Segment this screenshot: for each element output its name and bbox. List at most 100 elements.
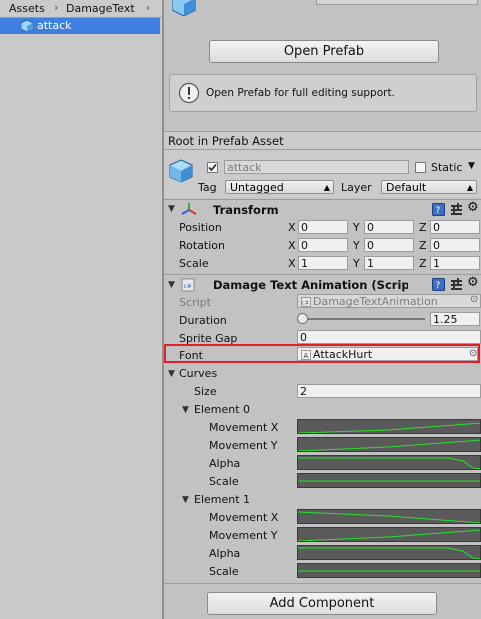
- curve-field-label: Scale: [209, 475, 239, 488]
- curve-field-label: Movement X: [209, 511, 279, 524]
- prefab-icon: [21, 20, 33, 32]
- svg-text:c#: c#: [184, 283, 192, 290]
- scale-x-field[interactable]: 1: [298, 256, 348, 270]
- curve-field-label: Movement Y: [209, 529, 278, 542]
- axis-x-label[interactable]: X: [288, 239, 296, 252]
- rotation-x-field[interactable]: 0: [298, 238, 348, 252]
- checkmark-icon: [208, 163, 217, 172]
- curve-alpha[interactable]: [297, 545, 481, 560]
- axis-z-label[interactable]: Z: [419, 239, 427, 252]
- layer-value: Default: [386, 181, 427, 194]
- foldout-arrow-icon[interactable]: ▼: [182, 495, 189, 505]
- scale-y-field[interactable]: 1: [364, 256, 414, 270]
- curve-movement-y[interactable]: [297, 527, 481, 542]
- breadcrumb-assets[interactable]: Assets: [9, 2, 45, 15]
- curve-field-label: Alpha: [209, 547, 241, 560]
- add-component-button[interactable]: Add Component: [207, 592, 437, 615]
- curve-scale[interactable]: [297, 563, 481, 578]
- axis-y-label[interactable]: Y: [353, 257, 360, 270]
- font-field[interactable]: A AttackHurt: [297, 347, 478, 361]
- position-x-field[interactable]: 0: [298, 220, 348, 234]
- foldout-arrow-icon[interactable]: ▼: [182, 405, 189, 415]
- axis-x-label[interactable]: X: [288, 221, 296, 234]
- scale-z-field[interactable]: 1: [430, 256, 480, 270]
- help-text: Open Prefab for full editing support.: [206, 87, 395, 99]
- font-asset-icon: A: [301, 350, 311, 360]
- dropdown-arrow-icon: ▲︎: [323, 183, 330, 192]
- static-dropdown-arrow-icon[interactable]: ▼: [468, 161, 475, 171]
- axis-z-label[interactable]: Z: [419, 221, 427, 234]
- font-value: AttackHurt: [313, 348, 373, 361]
- project-panel: Assets › DamageText › attack: [0, 0, 162, 619]
- help-book-icon[interactable]: ?: [432, 203, 445, 216]
- size-field[interactable]: 2: [297, 384, 481, 398]
- duration-slider-track[interactable]: [301, 318, 425, 320]
- active-checkbox[interactable]: [207, 162, 218, 173]
- object-picker-icon[interactable]: ⊙: [469, 348, 477, 359]
- axis-z-label[interactable]: Z: [419, 257, 427, 270]
- position-z-field[interactable]: 0: [430, 220, 480, 234]
- curve-field-label: Movement X: [209, 421, 279, 434]
- duration-slider-thumb[interactable]: [297, 313, 308, 324]
- chevron-right-icon: ›: [54, 1, 59, 14]
- curve-movement-x[interactable]: [297, 509, 481, 524]
- axis-x-label[interactable]: X: [288, 257, 296, 270]
- curve-movement-x[interactable]: [297, 419, 481, 434]
- breadcrumb: Assets › DamageText ›: [0, 0, 162, 18]
- list-item-attack[interactable]: attack: [0, 18, 160, 34]
- duration-label: Duration: [179, 314, 227, 327]
- curve-alpha[interactable]: [297, 455, 481, 470]
- sprite-gap-field[interactable]: 0: [297, 330, 481, 344]
- preset-icon[interactable]: [450, 278, 463, 291]
- rotation-z-field[interactable]: 0: [430, 238, 480, 252]
- foldout-arrow-icon[interactable]: ▼: [168, 204, 175, 214]
- object-name-field[interactable]: attack: [224, 160, 409, 174]
- breadcrumb-damagetext[interactable]: DamageText: [66, 2, 135, 15]
- foldout-arrow-icon[interactable]: ▼: [168, 280, 175, 290]
- prefab-icon: [172, 0, 196, 16]
- font-label: Font: [179, 349, 203, 362]
- divider: [164, 583, 481, 584]
- position-y-field[interactable]: 0: [364, 220, 414, 234]
- help-box: Open Prefab for full editing support.: [169, 74, 477, 112]
- chevron-right-icon: ›: [146, 1, 151, 14]
- preset-icon[interactable]: [450, 203, 463, 216]
- help-book-icon[interactable]: ?: [432, 278, 445, 291]
- script-label: Script: [179, 296, 211, 309]
- static-checkbox[interactable]: [415, 162, 426, 173]
- curve-scale[interactable]: [297, 473, 481, 488]
- tag-value: Untagged: [230, 181, 284, 194]
- tag-label: Tag: [198, 181, 217, 194]
- scale-label: Scale: [179, 257, 209, 270]
- transform-icon: [181, 203, 197, 215]
- curve-movement-y[interactable]: [297, 437, 481, 452]
- curve-field-label: Movement Y: [209, 439, 278, 452]
- divider: [164, 274, 481, 275]
- script-icon: c#: [301, 297, 311, 307]
- rotation-label: Rotation: [179, 239, 226, 252]
- header-remnant: [316, 0, 478, 5]
- static-label: Static: [431, 161, 463, 174]
- element-1-label: Element 1: [194, 493, 251, 506]
- open-prefab-button[interactable]: Open Prefab: [209, 40, 439, 63]
- rotation-y-field[interactable]: 0: [364, 238, 414, 252]
- curve-field-label: Scale: [209, 565, 239, 578]
- duration-field[interactable]: 1.25: [430, 312, 480, 326]
- script-icon: c#: [181, 278, 195, 292]
- axis-y-label[interactable]: Y: [353, 221, 360, 234]
- transform-title: Transform: [213, 203, 279, 217]
- axis-y-label[interactable]: Y: [353, 239, 360, 252]
- layer-label: Layer: [341, 181, 372, 194]
- tag-dropdown[interactable]: Untagged ▲︎: [225, 180, 334, 194]
- script-value: DamageTextAnimation: [313, 295, 438, 308]
- svg-text:?: ?: [436, 206, 441, 216]
- gear-icon[interactable]: ⚙: [467, 200, 479, 215]
- inspector-panel: Open Prefab Open Prefab for full editing…: [164, 0, 481, 619]
- position-label: Position: [179, 221, 222, 234]
- foldout-arrow-icon[interactable]: ▼: [168, 369, 175, 379]
- gear-icon[interactable]: ⚙: [467, 275, 479, 290]
- curve-field-label: Alpha: [209, 457, 241, 470]
- root-header-label: Root in Prefab Asset: [168, 134, 284, 148]
- layer-dropdown[interactable]: Default ▲︎: [381, 180, 477, 194]
- list-item-label: attack: [37, 19, 72, 32]
